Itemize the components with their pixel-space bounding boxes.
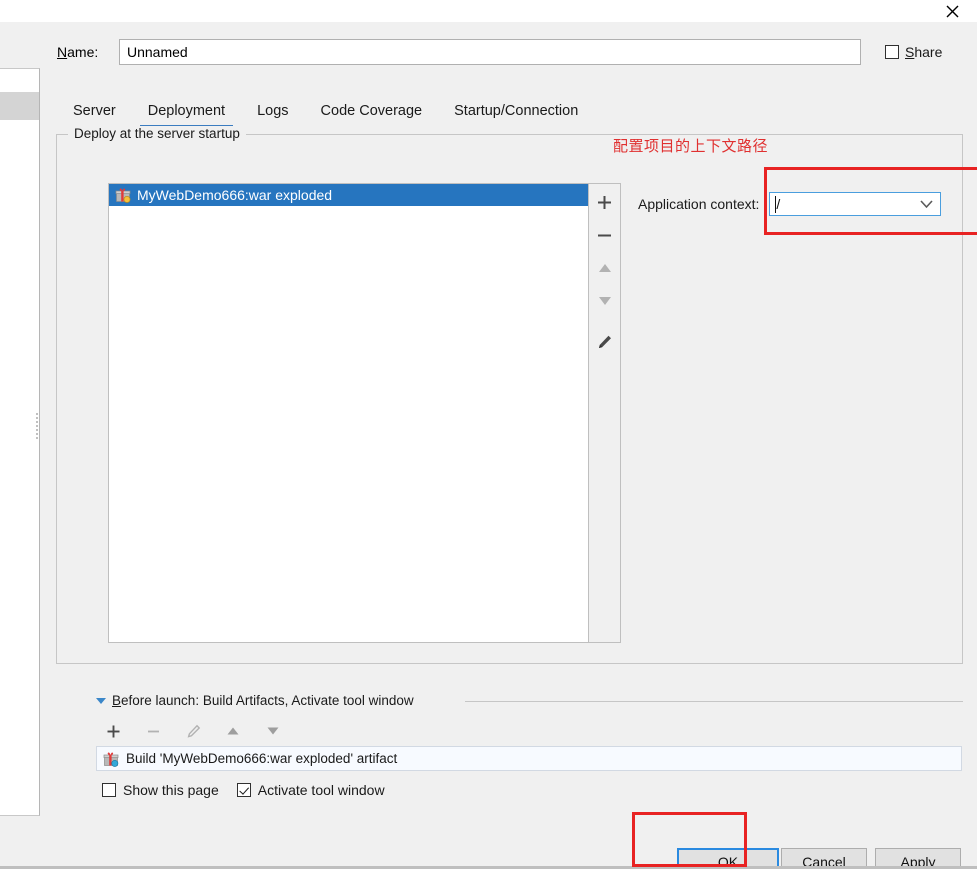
background-selected-row — [0, 92, 39, 120]
tab-server[interactable]: Server — [57, 100, 132, 128]
remove-button[interactable] — [592, 223, 618, 247]
minus-icon — [598, 234, 611, 236]
close-icon — [946, 5, 958, 17]
deployment-list[interactable]: MyWebDemo666:war exploded — [108, 183, 589, 643]
dialog-footer: OK Cancel Apply — [40, 842, 977, 869]
close-button[interactable] — [935, 0, 969, 22]
background-bottom-strip — [0, 816, 40, 869]
name-input[interactable] — [119, 39, 861, 65]
before-launch-toolbar — [100, 719, 286, 743]
tab-startup-connection-label: Startup/Connection — [454, 103, 579, 119]
tab-server-label: Server — [73, 103, 116, 119]
move-up-button[interactable] — [592, 256, 618, 280]
plus-icon — [107, 725, 119, 737]
chevron-down-icon[interactable] — [920, 197, 933, 212]
tab-deployment-label: Deployment — [147, 103, 226, 119]
name-label-rest: ame: — [67, 44, 99, 60]
list-item[interactable]: MyWebDemo666:war exploded — [109, 184, 588, 206]
tab-logs[interactable]: Logs — [241, 100, 304, 128]
show-this-page-row[interactable]: Show this page — [102, 782, 219, 798]
share-checkbox-row[interactable]: Share — [885, 44, 942, 60]
application-context-row: Application context: / — [638, 192, 942, 216]
name-label: Name: — [57, 44, 119, 60]
name-row: Name: Share — [57, 38, 962, 66]
application-context-combo[interactable]: / — [769, 192, 942, 216]
background-project-panel — [0, 68, 40, 816]
move-down-button[interactable] — [592, 289, 618, 313]
deployment-list-toolbar — [589, 183, 621, 643]
tab-logs-label: Logs — [257, 103, 289, 119]
edit-task-button[interactable] — [180, 719, 206, 743]
plus-icon — [598, 195, 611, 209]
activate-tool-window-row[interactable]: Activate tool window — [236, 782, 385, 798]
name-label-mnemonic: N — [57, 44, 68, 60]
before-launch-task-label: Build 'MyWebDemo666:war exploded' artifa… — [126, 751, 398, 766]
annotation-context-note: 配置项目的上下文路径 — [613, 137, 769, 155]
artifact-icon — [103, 751, 119, 767]
arrow-down-icon — [267, 727, 279, 735]
window-titlebar-strip — [0, 0, 977, 22]
application-context-label: Application context: — [638, 196, 760, 212]
deploy-group-legend: Deploy at the server startup — [68, 126, 246, 141]
before-launch-rule — [465, 701, 963, 702]
arrow-up-icon — [598, 264, 611, 272]
add-button[interactable] — [592, 190, 618, 214]
activate-tool-window-checkbox[interactable] — [236, 783, 251, 797]
arrow-up-icon — [227, 727, 239, 735]
dialog-root: Name: Share Server Deployment Logs Code … — [0, 0, 977, 869]
share-checkbox[interactable] — [885, 45, 899, 59]
edit-button[interactable] — [592, 330, 618, 354]
share-label: Share — [905, 44, 943, 60]
pencil-icon — [599, 335, 611, 348]
move-task-down-button[interactable] — [260, 719, 286, 743]
minus-icon — [147, 730, 159, 732]
artifact-icon — [115, 187, 131, 203]
activate-tool-window-label: Activate tool window — [257, 782, 385, 798]
show-this-page-label: Show this page — [123, 782, 219, 798]
move-task-up-button[interactable] — [220, 719, 246, 743]
add-task-button[interactable] — [100, 719, 126, 743]
collapse-triangle-icon[interactable] — [96, 697, 106, 704]
tab-startup-connection[interactable]: Startup/Connection — [438, 100, 594, 128]
remove-task-button[interactable] — [140, 719, 166, 743]
list-item-label: MyWebDemo666:war exploded — [137, 187, 333, 203]
tab-code-coverage-label: Code Coverage — [320, 103, 423, 119]
show-this-page-checkbox[interactable] — [102, 783, 116, 797]
arrow-down-icon — [598, 297, 611, 305]
run-debug-configurations-dialog: Name: Share Server Deployment Logs Code … — [40, 22, 977, 869]
tab-code-coverage[interactable]: Code Coverage — [305, 100, 439, 128]
before-launch-checkboxes: Show this page Activate tool window — [102, 782, 395, 798]
before-launch-header[interactable]: Before launch: Build Artifacts, Activate… — [96, 693, 414, 708]
pencil-icon — [187, 724, 200, 738]
before-launch-task-row[interactable]: Build 'MyWebDemo666:war exploded' artifa… — [96, 746, 962, 771]
before-launch-title: Before launch: Build Artifacts, Activate… — [112, 693, 414, 708]
tab-deployment[interactable]: Deployment — [132, 100, 241, 128]
text-caret — [775, 196, 777, 213]
